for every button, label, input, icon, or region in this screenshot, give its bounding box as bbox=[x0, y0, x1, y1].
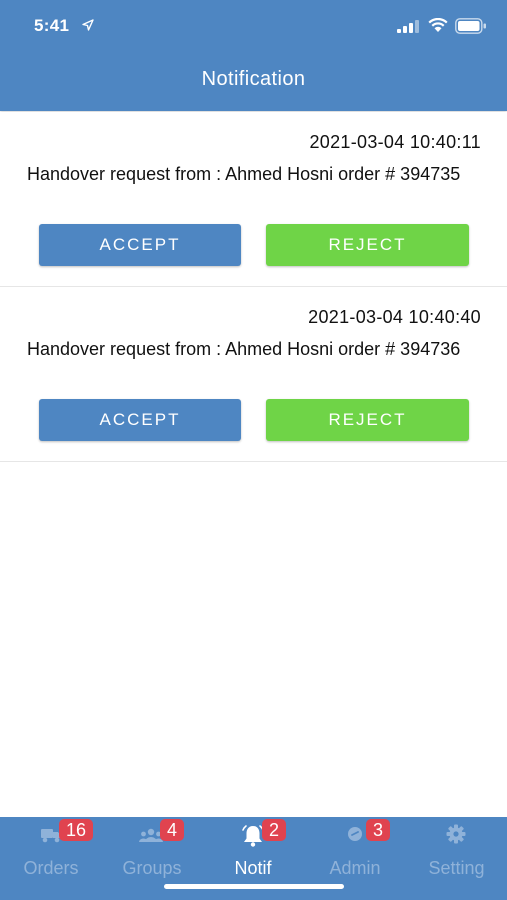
notification-item: 2021-03-04 10:40:11 Handover request fro… bbox=[0, 112, 507, 287]
groups-badge: 4 bbox=[160, 819, 185, 841]
home-indicator[interactable] bbox=[164, 884, 344, 889]
reject-button[interactable]: REJECT bbox=[266, 224, 469, 266]
tab-admin-label: Admin bbox=[329, 858, 381, 878]
tab-orders[interactable]: 16 Orders bbox=[0, 817, 102, 900]
accept-button[interactable]: ACCEPT bbox=[39, 224, 241, 266]
notification-timestamp: 2021-03-04 10:40:11 bbox=[309, 132, 481, 152]
admin-badge: 3 bbox=[366, 819, 391, 841]
tab-groups-label: Groups bbox=[122, 858, 182, 878]
notification-screen: 5:41 Notification 2021-03-04 10:40:11 Ha… bbox=[0, 0, 507, 900]
orders-badge: 16 bbox=[59, 819, 94, 841]
cellular-signal-icon bbox=[397, 20, 419, 33]
notif-badge: 2 bbox=[262, 819, 287, 841]
wifi-icon bbox=[428, 18, 448, 32]
reject-button[interactable]: REJECT bbox=[266, 399, 469, 441]
notification-message: Handover request from : Ahmed Hosni orde… bbox=[27, 164, 461, 184]
tab-setting-label: Setting bbox=[428, 858, 485, 878]
tab-notif-label: Notif bbox=[234, 858, 272, 878]
admin-icon bbox=[348, 827, 362, 841]
accept-button[interactable]: ACCEPT bbox=[39, 399, 241, 441]
page-title: Notification bbox=[201, 68, 306, 90]
notification-timestamp: 2021-03-04 10:40:40 bbox=[308, 307, 481, 327]
status-time: 5:41 bbox=[34, 16, 70, 35]
gear-icon bbox=[446, 824, 466, 844]
battery-icon bbox=[455, 18, 486, 34]
notification-item: 2021-03-04 10:40:40 Handover request fro… bbox=[0, 287, 507, 462]
notification-message: Handover request from : Ahmed Hosni orde… bbox=[27, 339, 461, 359]
header-bar: 5:41 Notification bbox=[0, 0, 507, 111]
location-arrow-icon bbox=[82, 19, 94, 31]
tab-orders-label: Orders bbox=[23, 858, 79, 878]
tab-setting[interactable]: Setting bbox=[406, 817, 507, 900]
